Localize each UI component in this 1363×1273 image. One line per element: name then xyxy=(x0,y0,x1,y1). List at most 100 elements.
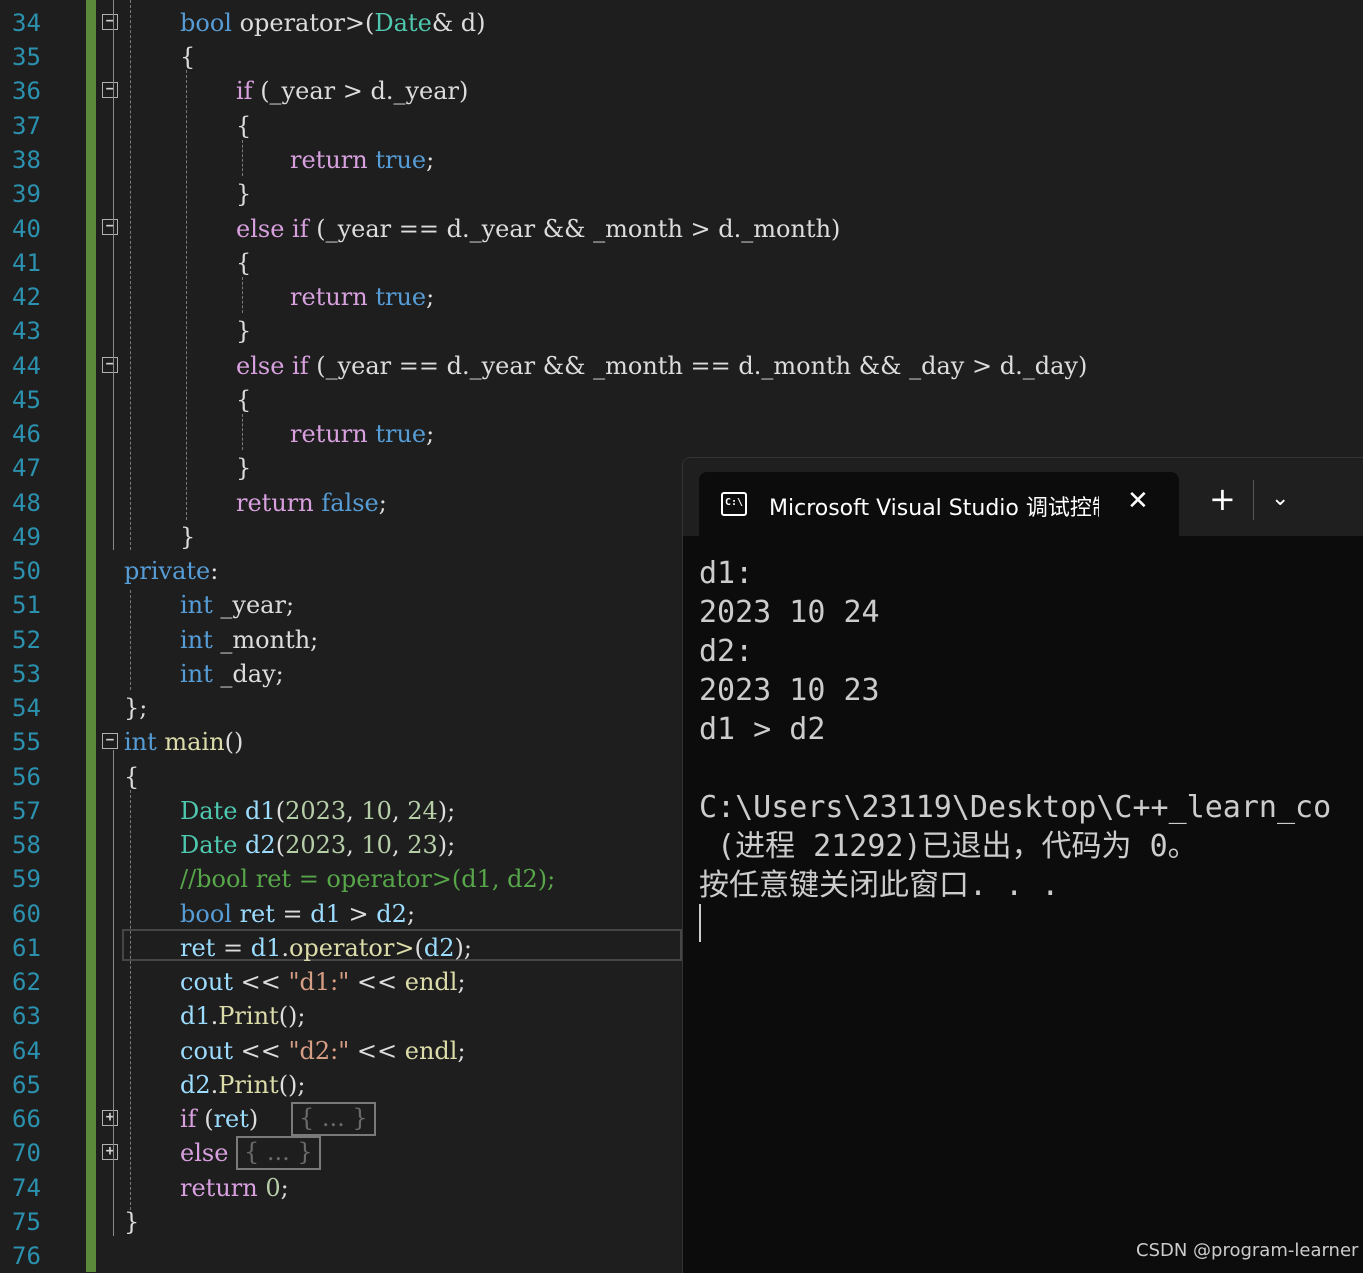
line-number: 61 xyxy=(12,934,41,962)
line-number: 55 xyxy=(12,728,41,756)
code-line[interactable]: Date d2(2023, 10, 23); xyxy=(180,828,455,862)
indent-guide xyxy=(130,0,131,550)
indent-guide xyxy=(130,590,131,690)
code-line[interactable]: else if (_year == d._year && _month == d… xyxy=(236,349,1087,383)
indent-guide xyxy=(242,140,243,176)
console-line: d1: xyxy=(699,556,754,591)
close-icon[interactable]: ✕ xyxy=(1127,486,1149,516)
collapse-icon[interactable]: − xyxy=(102,14,118,30)
code-line[interactable]: return true; xyxy=(290,417,434,451)
line-number: 39 xyxy=(12,180,41,208)
code-line[interactable]: bool operator>(Date& d) xyxy=(180,6,486,40)
code-line[interactable]: int _day; xyxy=(180,657,284,691)
code-line[interactable]: { xyxy=(124,760,139,794)
tab-title: Microsoft Visual Studio 调试控制台 xyxy=(769,496,1099,521)
outline-line xyxy=(113,0,114,550)
line-number: 47 xyxy=(12,454,41,482)
code-line[interactable]: //bool ret = operator>(d1, d2); xyxy=(180,862,555,896)
code-line[interactable]: { xyxy=(180,40,195,74)
line-number: 42 xyxy=(12,283,41,311)
line-number: 57 xyxy=(12,797,41,825)
line-number: 70 xyxy=(12,1139,41,1167)
code-line[interactable]: d1.Print(); xyxy=(180,999,306,1033)
chevron-down-icon[interactable]: ⌄ xyxy=(1271,484,1289,514)
code-line[interactable]: if (_year > d._year) xyxy=(236,74,468,108)
line-number: 36 xyxy=(12,77,41,105)
line-number: 46 xyxy=(12,420,41,448)
expand-icon[interactable]: + xyxy=(102,1144,118,1160)
collapse-icon[interactable]: − xyxy=(102,357,118,373)
collapsed-block[interactable]: { ... } xyxy=(291,1102,376,1136)
indent-guide xyxy=(186,70,187,520)
collapse-icon[interactable]: − xyxy=(102,82,118,98)
change-margin xyxy=(86,0,96,1272)
code-line[interactable]: } xyxy=(236,451,251,485)
code-line[interactable]: int _year; xyxy=(180,588,294,622)
collapse-icon[interactable]: − xyxy=(102,733,118,749)
code-line[interactable]: return true; xyxy=(290,143,434,177)
line-number: 45 xyxy=(12,386,41,414)
line-number: 64 xyxy=(12,1037,41,1065)
code-line[interactable]: } xyxy=(236,177,251,211)
code-line[interactable]: } xyxy=(236,314,251,348)
text-cursor xyxy=(699,904,701,942)
code-line[interactable]: else xyxy=(180,1136,228,1170)
line-number: 38 xyxy=(12,146,41,174)
line-number: 43 xyxy=(12,317,41,345)
line-number: 53 xyxy=(12,660,41,688)
console-line: d2: xyxy=(699,634,754,669)
debug-console-window[interactable]: C:\ Microsoft Visual Studio 调试控制台 ✕ + ⌄ … xyxy=(682,457,1363,1273)
outline-line xyxy=(113,750,114,1236)
code-line[interactable]: return false; xyxy=(236,486,387,520)
line-number: 76 xyxy=(12,1242,41,1270)
expand-icon[interactable]: + xyxy=(102,1110,118,1126)
console-line: 2023 10 23 xyxy=(699,673,880,708)
code-line[interactable]: }; xyxy=(124,691,147,725)
console-icon: C:\ xyxy=(721,492,747,516)
terminal-tab[interactable]: C:\ Microsoft Visual Studio 调试控制台 ✕ xyxy=(699,472,1179,536)
code-line[interactable]: { xyxy=(236,383,251,417)
collapse-icon[interactable]: − xyxy=(102,219,118,235)
line-number: 56 xyxy=(12,763,41,791)
code-line[interactable]: return true; xyxy=(290,280,434,314)
code-line[interactable]: int _month; xyxy=(180,623,318,657)
code-line[interactable]: if (ret) xyxy=(180,1102,258,1136)
line-number: 52 xyxy=(12,626,41,654)
code-line[interactable]: ret = d1.operator>(d2); xyxy=(180,931,472,965)
code-line[interactable]: else if (_year == d._year && _month > d.… xyxy=(236,212,840,246)
line-number: 74 xyxy=(12,1174,41,1202)
line-number: 62 xyxy=(12,968,41,996)
code-line[interactable]: cout << "d1:" << endl; xyxy=(180,965,466,999)
plus-icon[interactable]: + xyxy=(1209,483,1236,515)
indent-guide xyxy=(242,277,243,313)
code-line[interactable]: { xyxy=(236,246,251,280)
line-number: 65 xyxy=(12,1071,41,1099)
line-number: 40 xyxy=(12,215,41,243)
line-number: 51 xyxy=(12,591,41,619)
code-line[interactable]: return 0; xyxy=(180,1171,289,1205)
code-line[interactable]: Date d1(2023, 10, 24); xyxy=(180,794,455,828)
code-line[interactable]: } xyxy=(124,1205,139,1239)
divider xyxy=(1253,480,1254,520)
code-line[interactable]: private: xyxy=(124,554,218,588)
line-number: 59 xyxy=(12,865,41,893)
collapsed-block[interactable]: { ... } xyxy=(236,1136,321,1170)
line-number: 49 xyxy=(12,523,41,551)
line-number: 75 xyxy=(12,1208,41,1236)
code-line[interactable]: int main() xyxy=(124,725,243,759)
console-line: 2023 10 24 xyxy=(699,595,880,630)
code-line[interactable]: } xyxy=(180,520,195,554)
code-line[interactable]: cout << "d2:" << endl; xyxy=(180,1034,466,1068)
code-line[interactable]: { xyxy=(236,109,251,143)
line-number: 63 xyxy=(12,1002,41,1030)
line-number: 34 xyxy=(12,9,41,37)
line-number: 41 xyxy=(12,249,41,277)
console-line: 按任意键关闭此窗口. . . xyxy=(699,868,1060,903)
code-line[interactable]: bool ret = d1 > d2; xyxy=(180,897,415,931)
code-line[interactable]: d2.Print(); xyxy=(180,1068,306,1102)
line-number: 35 xyxy=(12,43,41,71)
console-line: C:\Users\23119\Desktop\C++_learn_co xyxy=(699,790,1332,825)
line-number: 54 xyxy=(12,694,41,722)
line-number: 44 xyxy=(12,352,41,380)
console-line: (进程 21292)已退出，代码为 0。 xyxy=(699,829,1198,864)
